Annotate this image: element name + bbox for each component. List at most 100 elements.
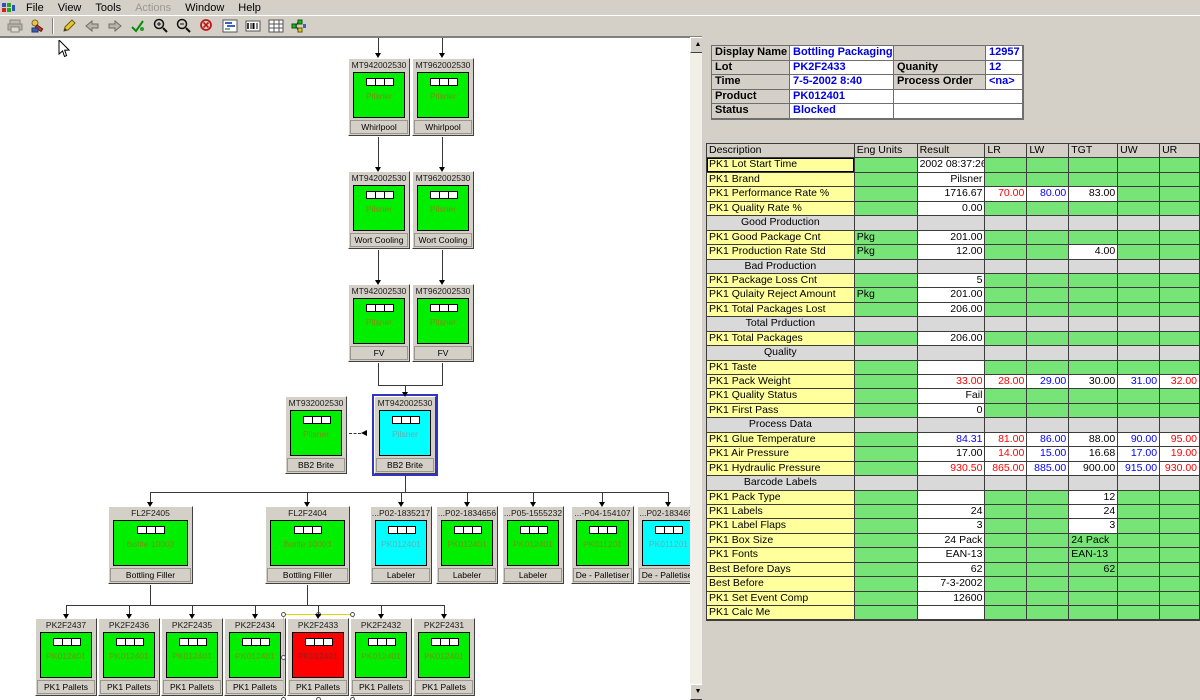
node-lot-label: MT942002530 [349, 172, 409, 185]
application-window: { "menu": { "items": [ {"label":"File","… [0, 0, 1200, 700]
kpi-result-cell: 201.00 [918, 231, 986, 245]
toolbar-forward-arrow-icon[interactable] [103, 16, 126, 36]
toolbar-back-arrow-icon[interactable] [80, 16, 103, 36]
status-square [386, 638, 396, 646]
kpi-description-cell[interactable]: PK1 Performance Rate % [707, 187, 855, 201]
menu-file[interactable]: File [19, 2, 51, 14]
genealogy-node-MT962002530[interactable]: MT962002530PilsnerFV [412, 284, 474, 362]
kpi-description-cell[interactable]: PK1 Box Size [707, 534, 855, 548]
kpi-description-cell[interactable]: PK1 Fonts [707, 548, 855, 562]
toolbar-genealogy-tree-icon[interactable] [287, 16, 310, 36]
genealogy-canvas[interactable]: MT942002530PilsnerWhirlpoolMT962002530Pi… [0, 37, 690, 700]
info-row: ProductPK012401 [712, 90, 1023, 105]
kpi-description-cell[interactable]: PK1 Set Event Comp [707, 592, 855, 606]
kpi-ur-cell [1160, 404, 1200, 418]
node-status-squares-icon [430, 191, 457, 199]
genealogy-node-PK2F2437[interactable]: PK2F2437PK012401PK1 Pallets [35, 618, 97, 696]
kpi-description-cell[interactable]: PK1 Quality Status [707, 389, 855, 403]
genealogy-node-P021834656[interactable]: ...P02-1834656PK011201De - Palletiser [637, 506, 690, 584]
kpi-description-cell[interactable]: PK1 Hydraulic Pressure [707, 462, 855, 476]
kpi-data-row: PK1 Air Pressure17.0014.0015.0016.6817.0… [707, 447, 1200, 461]
node-status-body: PK012401 [418, 632, 470, 678]
genealogy-node-FL2F2405[interactable]: FL2F2405Bottle 10003Bottling Filler [108, 506, 193, 584]
toolbar-verify-check-icon[interactable] [126, 16, 149, 36]
kpi-description-cell[interactable]: PK1 Pack Weight [707, 375, 855, 389]
genealogy-node-MT942002530[interactable]: MT942002530PilsnerFV [348, 284, 410, 362]
genealogy-node-P051555232[interactable]: ...P05-1555232PK012401Labeler [502, 506, 564, 584]
kpi-description-cell[interactable]: PK1 Total Packages [707, 332, 855, 346]
menu-help[interactable]: Help [231, 2, 268, 14]
kpi-description-cell[interactable]: PK1 Brand [707, 173, 855, 187]
kpi-description-cell[interactable]: PK1 Qulaity Reject Amount [707, 288, 855, 302]
kpi-data-row: PK1 Production Rate StdPkg12.004.00 [707, 245, 1200, 259]
connector-arrow-down-icon [375, 167, 381, 172]
genealogy-node-PK2F2436[interactable]: PK2F2436PK012401PK1 Pallets [98, 618, 160, 696]
kpi-description-cell[interactable]: PK1 Package Loss Cnt [707, 274, 855, 288]
genealogy-node-P021835217[interactable]: ...P02-1835217PK012401Labeler [370, 506, 432, 584]
kpi-description-cell[interactable]: PK1 Good Package Cnt [707, 231, 855, 245]
kpi-description-cell[interactable]: PK1 Labels [707, 505, 855, 519]
kpi-description-cell[interactable]: PK1 Calc Me [707, 606, 855, 620]
genealogy-node-PK2F2435[interactable]: PK2F2435PK012401PK1 Pallets [161, 618, 223, 696]
genealogy-node-MT942002530[interactable]: MT942002530PilsnerWort Cooling [348, 171, 410, 249]
menu-tools[interactable]: Tools [88, 2, 128, 14]
genealogy-node-MT942002530[interactable]: MT942002530PilsnerBB2 Brite [374, 396, 436, 474]
genealogy-node-P021834656[interactable]: ...P02-1834656PK012401Labeler [436, 506, 498, 584]
kpi-description-cell[interactable]: PK1 Pack Type [707, 491, 855, 505]
kpi-engunits-cell [855, 158, 918, 172]
section-label: Process Data [707, 418, 855, 432]
kpi-description-cell[interactable]: PK1 Label Flaps [707, 519, 855, 533]
toolbar-login-key-icon[interactable] [26, 16, 49, 36]
genealogy-node-PK2F2434[interactable]: PK2F2434PK012401PK1 Pallets [224, 618, 286, 696]
kpi-description-cell[interactable]: PK1 Glue Temperature [707, 433, 855, 447]
kpi-description-cell[interactable]: PK1 Total Packages Lost [707, 303, 855, 317]
toolbar-zoom-reset-icon[interactable] [195, 16, 218, 36]
menu-view[interactable]: View [51, 2, 89, 14]
genealogy-node-PK2F2433[interactable]: PK2F2433PK012401PK1 Pallets [287, 618, 349, 696]
kpi-result-cell: 24 [918, 505, 986, 519]
kpi-lw-cell [1027, 274, 1069, 288]
toolbar [0, 15, 1200, 37]
kpi-lw-cell [1027, 519, 1069, 533]
kpi-result-cell [918, 606, 986, 620]
connector-line [405, 475, 406, 492]
node-status-squares-icon [388, 526, 415, 534]
kpi-description-cell[interactable]: PK1 Lot Start Time [707, 158, 855, 172]
kpi-description-cell[interactable]: PK1 Taste [707, 361, 855, 375]
connector-line [192, 605, 193, 614]
node-status-squares-icon [137, 526, 164, 534]
genealogy-node-MT962002530[interactable]: MT962002530PilsnerWhirlpool [412, 58, 474, 136]
genealogy-node-MT962002530[interactable]: MT962002530PilsnerWort Cooling [412, 171, 474, 249]
genealogy-node-FL2F2404[interactable]: FL2F2404Bottle 10003Bottling Filler [265, 506, 350, 584]
selection-handle[interactable] [281, 612, 286, 617]
menu-actions[interactable]: Actions [128, 2, 178, 14]
kpi-description-cell[interactable]: PK1 First Pass [707, 404, 855, 418]
genealogy-node-PK2F2432[interactable]: PK2F2432PK012401PK1 Pallets [350, 618, 412, 696]
kpi-ur-cell [1160, 519, 1200, 533]
kpi-lw-cell [1027, 563, 1069, 577]
toolbar-barcode-icon[interactable] [241, 16, 264, 36]
kpi-description-cell[interactable]: Best Before [707, 577, 855, 591]
toolbar-gantt-chart-icon[interactable] [218, 16, 241, 36]
selection-handle[interactable] [350, 612, 355, 617]
genealogy-node-MT932002530[interactable]: MT932002530PilsnerBB2 Brite [285, 396, 347, 474]
toolbar-zoom-in-icon[interactable] [149, 16, 172, 36]
genealogy-node-MT942002530[interactable]: MT942002530PilsnerWhirlpool [348, 58, 410, 136]
kpi-lr-cell [985, 563, 1027, 577]
kpi-result-cell: 33.00 [918, 375, 986, 389]
kpi-description-cell[interactable]: PK1 Air Pressure [707, 447, 855, 461]
menu-window[interactable]: Window [178, 2, 231, 14]
toolbar-zoom-out-icon[interactable] [172, 16, 195, 36]
toolbar-grid-view-icon[interactable] [264, 16, 287, 36]
kpi-description-cell[interactable]: PK1 Quality Rate % [707, 202, 855, 216]
kpi-description-cell[interactable]: PK1 Production Rate Std [707, 245, 855, 259]
genealogy-node-P04154107[interactable]: ...-P04-154107PK011201De - Palletiser [571, 506, 634, 584]
section-cell [1027, 317, 1069, 331]
toolbar-print-icon[interactable] [3, 16, 26, 36]
kpi-tgt-cell [1069, 592, 1118, 606]
kpi-engunits-cell [855, 447, 918, 461]
kpi-description-cell[interactable]: Best Before Days [707, 563, 855, 577]
toolbar-edit-pencil-icon[interactable] [57, 16, 80, 36]
node-status-squares-icon [303, 416, 330, 424]
genealogy-node-PK2F2431[interactable]: PK2F2431PK012401PK1 Pallets [413, 618, 475, 696]
